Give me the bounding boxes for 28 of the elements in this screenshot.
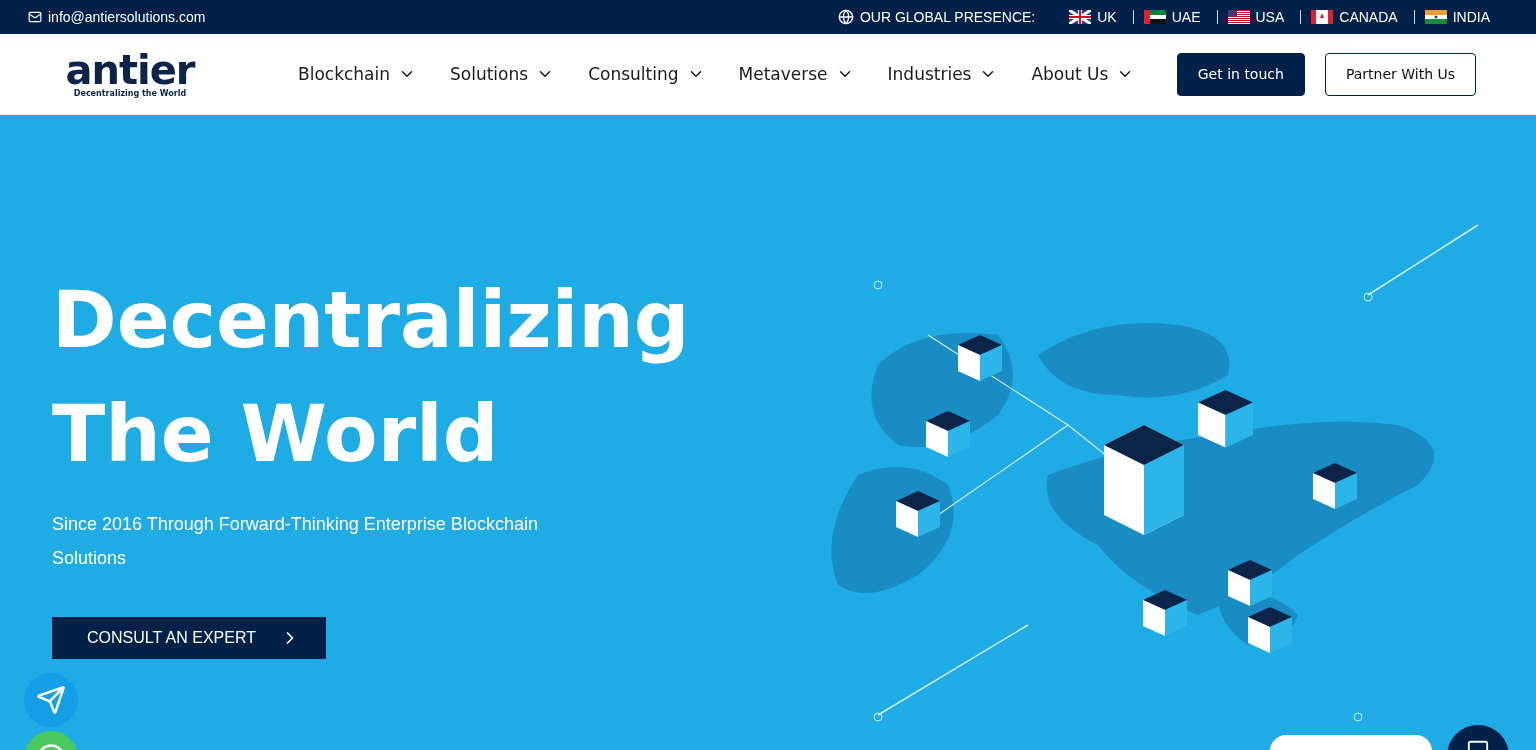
mail-icon [28,10,42,24]
nav-menu-item[interactable]: Industries [887,64,998,84]
flag-icon [1311,10,1334,24]
hero-subtitle: Since 2016 Through Forward-Thinking Enterprise Blockchain Solutions [52,513,539,570]
globe-icon [837,9,854,25]
nav-menu-item[interactable]: About Us [1031,64,1135,84]
hero-title: The World [52,388,500,481]
flag-icon [1424,10,1447,24]
contact-button[interactable]: Get in touch [1176,52,1305,96]
nav-menu-item[interactable]: Solutions [450,64,555,84]
location-link[interactable]: USA [1255,10,1285,24]
email-link[interactable]: info@antiersolutions.com [48,9,206,25]
paper-plane-icon [36,685,66,715]
flag-icon [1069,10,1092,24]
flag-icon [1227,10,1250,24]
location-link[interactable]: UK [1097,10,1117,24]
nav-menu-item[interactable]: Consulting [588,64,705,84]
nav-menu-item[interactable]: Blockchain [298,64,416,84]
logo[interactable]: antier Decentralizing the World [54,50,206,98]
location-link[interactable]: CANADA [1339,10,1398,24]
presence-label: OUR GLOBAL PRESENCE: [859,9,1036,25]
hero-title: Decentralizing [52,274,691,367]
nav-menu-item[interactable]: Metaverse [738,64,854,84]
partner-button[interactable]: Partner With Us [1324,52,1476,96]
location-link[interactable]: UAE [1171,10,1201,24]
location-link[interactable]: INDIA [1452,10,1490,24]
consult-button[interactable]: CONSULT AN EXPERT [52,617,326,659]
flag-icon [1143,10,1166,24]
